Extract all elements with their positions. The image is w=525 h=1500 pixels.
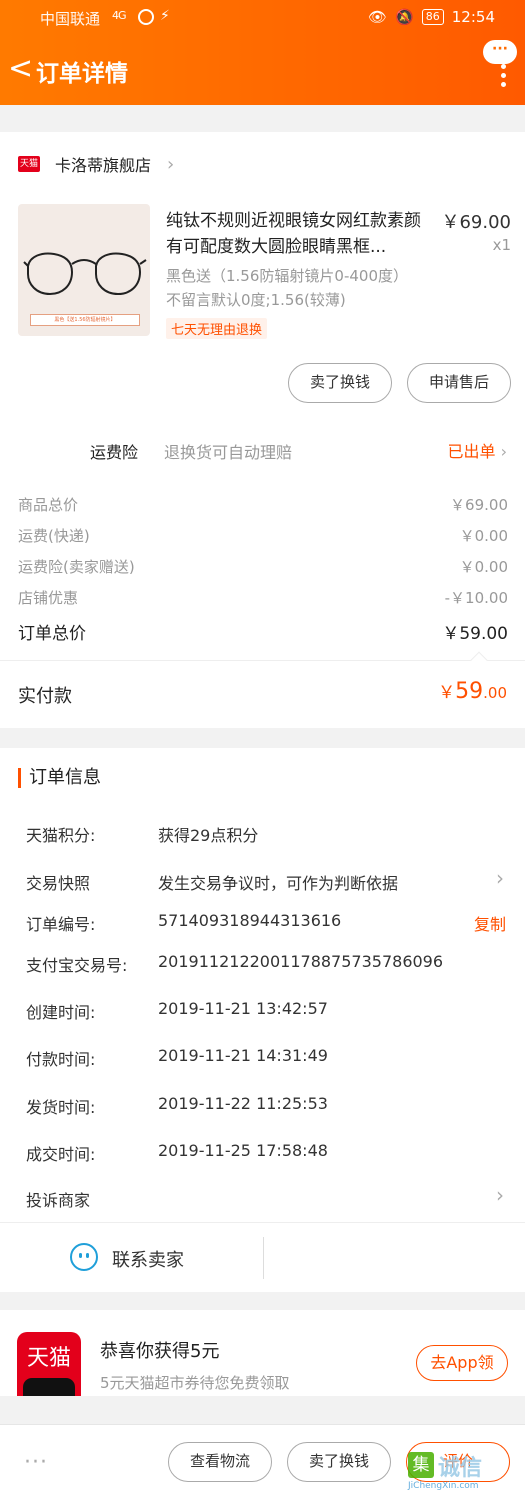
chevron-right-icon: › — [500, 442, 507, 461]
more-dots-icon — [501, 64, 507, 87]
insurance-desc: 退换货可自动理赔 — [164, 443, 293, 462]
contact-seller-button[interactable]: 联系卖家 — [112, 1246, 184, 1272]
fee-label: 运费(快递) — [18, 527, 90, 545]
product-spec: 黑色送（1.56防辐射镜片0-400度）不留言默认0度;1.56(较薄) — [166, 267, 408, 309]
order-total-label: 订单总价 — [18, 624, 86, 644]
fee-label: 商品总价 — [18, 496, 79, 514]
order-total-value: ￥59.00 — [442, 624, 508, 644]
product-image-ribbon: 黑色【送1.56防辐射镜片】 — [30, 314, 140, 326]
watermark: 集 诚信 JiChengXin.com — [408, 1448, 512, 1492]
product-price: ￥69.00 — [441, 212, 511, 233]
info-key: 投诉商家 — [26, 1191, 91, 1210]
fee-row: 店铺优惠 -￥10.00 — [18, 587, 508, 608]
fee-label: 运费险(卖家赠送) — [18, 558, 135, 576]
return-policy-badge: 七天无理由退换 — [166, 318, 268, 339]
message-bubble-icon: ··· — [483, 40, 517, 64]
promo-banner[interactable]: 天猫 恭喜你获得5元 5元天猫超市券待您免费领取 去App领 — [0, 1310, 525, 1396]
order-info-title: 订单信息 — [18, 768, 101, 788]
store-link[interactable]: 天猫 卡洛蒂旗舰店 › — [18, 152, 174, 176]
info-value: 2019-11-21 14:31:49 — [158, 1046, 328, 1065]
after-sale-button[interactable]: 申请售后 — [407, 363, 511, 403]
info-value: 发生交易争议时，可作为判断依据 — [158, 874, 399, 893]
info-value: 获得29点积分 — [158, 826, 259, 845]
fee-value: ￥0.00 — [459, 558, 508, 576]
info-key: 支付宝交易号: — [26, 956, 128, 975]
view-logistics-button[interactable]: 查看物流 — [168, 1442, 272, 1482]
chat-icon[interactable] — [70, 1243, 98, 1271]
product-title[interactable]: 纯钛不规则近视眼镜女网红款素颜有可配度数大圆脸眼睛黑框... — [166, 208, 436, 260]
eye-icon: 👁 — [368, 8, 388, 26]
info-key: 成交时间: — [26, 1145, 96, 1164]
fee-value: ￥69.00 — [450, 496, 508, 514]
copy-button[interactable]: 复制 — [474, 911, 506, 935]
info-key: 订单编号: — [26, 915, 96, 934]
sell-item-button[interactable]: 卖了换钱 — [288, 363, 392, 403]
fee-row: 运费(快递) ￥0.00 — [18, 525, 508, 546]
chevron-right-icon: › — [496, 866, 504, 890]
info-key: 创建时间: — [26, 1003, 96, 1022]
status-bar: 中国联通 4G ⚡ 👁 🔕 86 12:54 — [0, 0, 525, 34]
info-key: 交易快照 — [26, 874, 91, 893]
tmall-tag-icon: 天猫 — [18, 156, 40, 172]
info-value: 2019-11-22 11:25:53 — [158, 1094, 328, 1113]
fee-label: 店铺优惠 — [18, 589, 79, 607]
watermark-text: 诚信 — [438, 1456, 483, 1481]
paid-amount-row: 实付款 ￥59.00 — [0, 651, 525, 728]
contact-bar: 联系卖家 — [0, 1222, 525, 1292]
carrier-label: 中国联通 — [40, 10, 101, 28]
watermark-icon: 集 — [408, 1452, 434, 1478]
product-image[interactable]: 黑色【送1.56防辐射镜片】 — [18, 204, 150, 336]
app-header: 中国联通 4G ⚡ 👁 🔕 86 12:54 < 订单详情 ··· — [0, 0, 525, 105]
chevron-right-icon: › — [496, 1183, 504, 1207]
chevron-right-icon: › — [167, 153, 175, 175]
status-right: 👁 🔕 86 12:54 — [368, 8, 495, 26]
tmall-logo-icon: 天猫 — [17, 1332, 81, 1396]
more-dots-icon[interactable]: ··· — [24, 1452, 48, 1474]
insurance-label: 运费险 — [90, 443, 139, 462]
fee-row: 商品总价 ￥69.00 — [18, 494, 508, 515]
mute-icon: 🔕 — [395, 8, 414, 26]
signal-icon: 4G — [112, 9, 126, 22]
fee-row: 运费险(卖家赠送) ￥0.00 — [18, 556, 508, 577]
info-value: 571409318944313616 — [158, 911, 342, 930]
promo-claim-button[interactable]: 去App领 — [416, 1345, 508, 1381]
app-notification-icon-2: ⚡ — [160, 8, 170, 24]
product-quantity: x1 — [492, 236, 511, 254]
insurance-status: 已出单 › — [447, 442, 507, 461]
paid-amount: ￥59.00 — [438, 679, 507, 704]
page-title: 订单详情 — [36, 61, 128, 87]
info-key: 付款时间: — [26, 1050, 96, 1069]
fee-value: ￥0.00 — [459, 527, 508, 545]
paid-label: 实付款 — [18, 686, 72, 707]
info-value: 2019-11-21 13:42:57 — [158, 999, 328, 1018]
more-menu-button[interactable]: ··· — [481, 38, 517, 87]
fee-value: -￥10.00 — [444, 589, 508, 607]
battery-icon: 86 — [421, 9, 444, 25]
app-notification-icon — [138, 9, 154, 25]
info-key: 天猫积分: — [26, 826, 96, 845]
watermark-url: JiChengXin.com — [408, 1481, 479, 1491]
sell-item-bottom-button[interactable]: 卖了换钱 — [287, 1442, 391, 1482]
promo-title: 恭喜你获得5元 — [100, 1341, 220, 1362]
order-total-row: 订单总价 ￥59.00 — [18, 619, 508, 644]
shipping-insurance-row[interactable]: 运费险 退换货可自动理赔 已出单 › — [0, 428, 525, 472]
info-value: 2019112122001178875735786096 — [158, 952, 444, 971]
promo-subtitle: 5元天猫超市券待您免费领取 — [100, 1374, 290, 1392]
info-value: 2019-11-25 17:58:48 — [158, 1141, 328, 1160]
back-icon[interactable]: < — [8, 52, 36, 86]
clock: 12:54 — [451, 8, 495, 26]
store-name: 卡洛蒂旗舰店 — [55, 156, 152, 175]
info-key: 发货时间: — [26, 1098, 96, 1117]
